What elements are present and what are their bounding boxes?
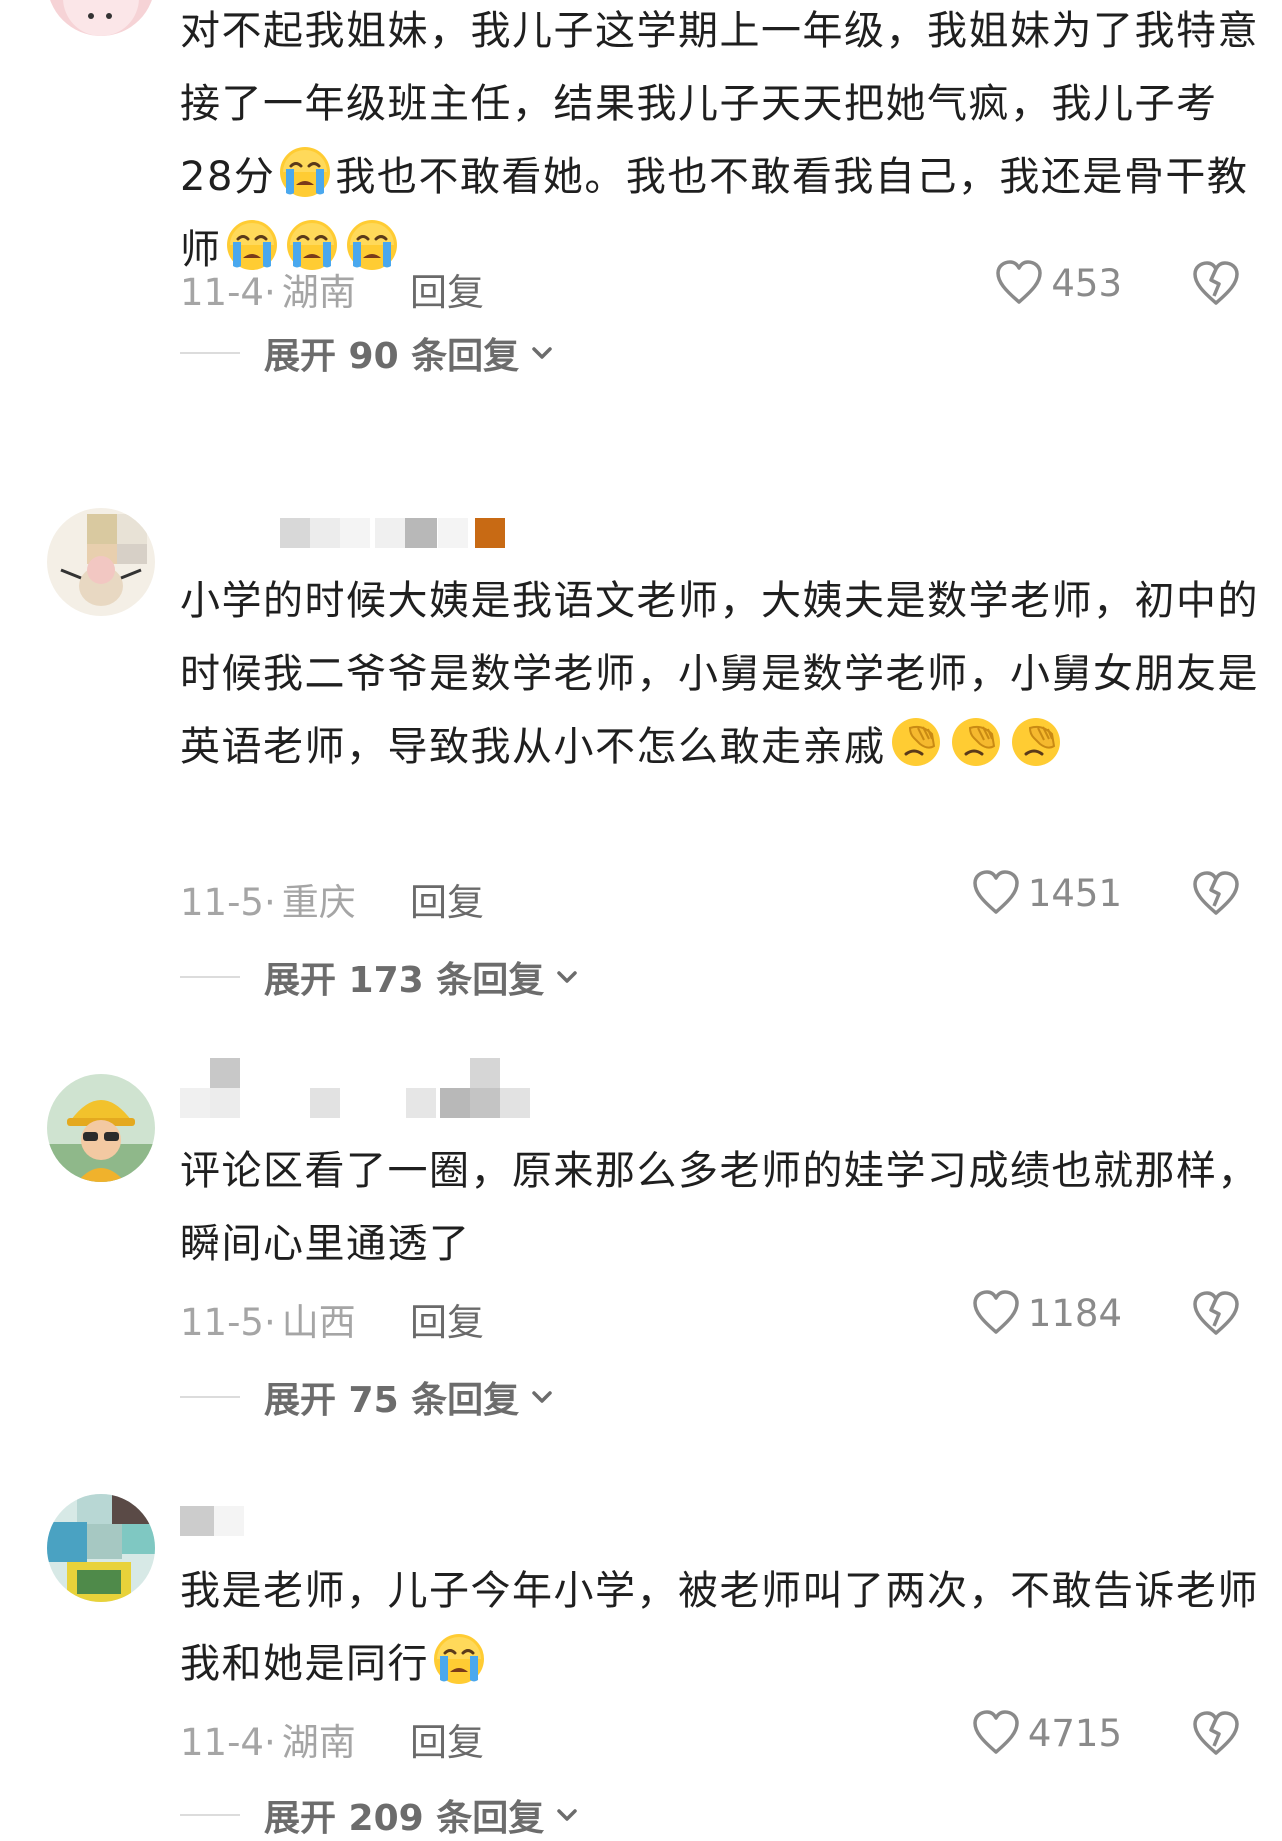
chevron-down-icon xyxy=(557,971,577,983)
like-count: 4715 xyxy=(1027,1711,1122,1755)
crying-face-emoji xyxy=(431,1631,487,1687)
expand-replies-label: 展开 90 条回复 xyxy=(264,336,520,377)
chevron-down-icon xyxy=(532,347,552,359)
like-count: 453 xyxy=(1051,261,1122,305)
reply-button[interactable]: 回复 xyxy=(410,1712,484,1766)
dislike-button[interactable] xyxy=(1192,1710,1240,1758)
avatar[interactable] xyxy=(47,508,155,616)
dislike-button[interactable] xyxy=(1192,870,1240,918)
comment-meta: 11-4· 湖南 回复 4715 xyxy=(180,1710,1240,1764)
expand-replies-button[interactable]: 展开 173 条回复 xyxy=(180,952,980,1002)
broken-heart-icon xyxy=(1193,261,1239,305)
like-button[interactable]: 453 xyxy=(995,260,1122,306)
username-blurred[interactable] xyxy=(180,1506,600,1550)
broken-heart-icon xyxy=(1193,1711,1239,1755)
expand-replies-label: 展开 173 条回复 xyxy=(264,960,545,1001)
divider-line xyxy=(180,1396,240,1398)
facepalm-emoji xyxy=(888,714,944,770)
comment-date: 11-4· 湖南 xyxy=(180,271,356,314)
username-blurred[interactable] xyxy=(180,512,600,556)
expand-replies-button[interactable]: 展开 209 条回复 xyxy=(180,1790,980,1840)
divider-line xyxy=(180,352,240,354)
like-button[interactable]: 4715 xyxy=(972,1710,1122,1756)
avatar[interactable] xyxy=(47,0,155,36)
chevron-down-icon xyxy=(557,1809,577,1821)
heart-outline-icon xyxy=(973,1290,1019,1334)
heart-outline-icon xyxy=(973,1710,1019,1754)
reply-button[interactable]: 回复 xyxy=(410,1292,484,1346)
expand-replies-button[interactable]: 展开 90 条回复 xyxy=(180,328,980,378)
expand-replies-button[interactable]: 展开 75 条回复 xyxy=(180,1372,980,1422)
comment-date: 11-5· 山西 xyxy=(180,1301,356,1344)
username-blurred[interactable] xyxy=(180,1058,600,1118)
comment-text: 评论区看了一圈，原来那么多老师的娃学习成绩也就那样，瞬间心里通透了 xyxy=(180,1148,1259,1267)
like-button[interactable]: 1184 xyxy=(972,1290,1122,1336)
avatar[interactable] xyxy=(47,1074,155,1182)
like-count: 1451 xyxy=(1027,871,1122,915)
facepalm-emoji xyxy=(1008,714,1064,770)
comment-meta: 11-4· 湖南 回复 453 xyxy=(180,260,1240,314)
comment-date: 11-4· 湖南 xyxy=(180,1721,356,1764)
reply-button[interactable]: 回复 xyxy=(410,262,484,316)
divider-line xyxy=(180,976,240,978)
comment-text: 小学的时候大姨是我语文老师，大姨夫是数学老师，初中的时候我二爷爷是数学老师，小舅… xyxy=(180,578,1259,770)
dislike-button[interactable] xyxy=(1192,260,1240,308)
broken-heart-icon xyxy=(1193,1291,1239,1335)
like-count: 1184 xyxy=(1027,1291,1122,1335)
heart-outline-icon xyxy=(996,260,1043,304)
expand-replies-label: 展开 209 条回复 xyxy=(264,1798,545,1839)
comment-meta: 11-5· 重庆 回复 1451 xyxy=(180,870,1240,924)
crying-face-emoji xyxy=(277,144,333,200)
heart-outline-icon xyxy=(973,870,1019,914)
like-button[interactable]: 1451 xyxy=(972,870,1122,916)
reply-button[interactable]: 回复 xyxy=(410,872,484,926)
comment-date: 11-5· 重庆 xyxy=(180,881,356,924)
facepalm-emoji xyxy=(948,714,1004,770)
avatar[interactable] xyxy=(47,1494,155,1602)
chevron-down-icon xyxy=(532,1391,552,1403)
comment-text: 对不起我姐妹，我儿子这学期上一年级，我姐妹为了我特意接了一年级班主任，结果我儿子… xyxy=(180,8,1259,273)
dislike-button[interactable] xyxy=(1192,1290,1240,1338)
comment-meta: 11-5· 山西 回复 1184 xyxy=(180,1290,1240,1344)
broken-heart-icon xyxy=(1193,871,1239,915)
comment-text: 我是老师，儿子今年小学，被老师叫了两次，不敢告诉老师我和她是同行 xyxy=(180,1568,1259,1687)
expand-replies-label: 展开 75 条回复 xyxy=(264,1380,520,1421)
